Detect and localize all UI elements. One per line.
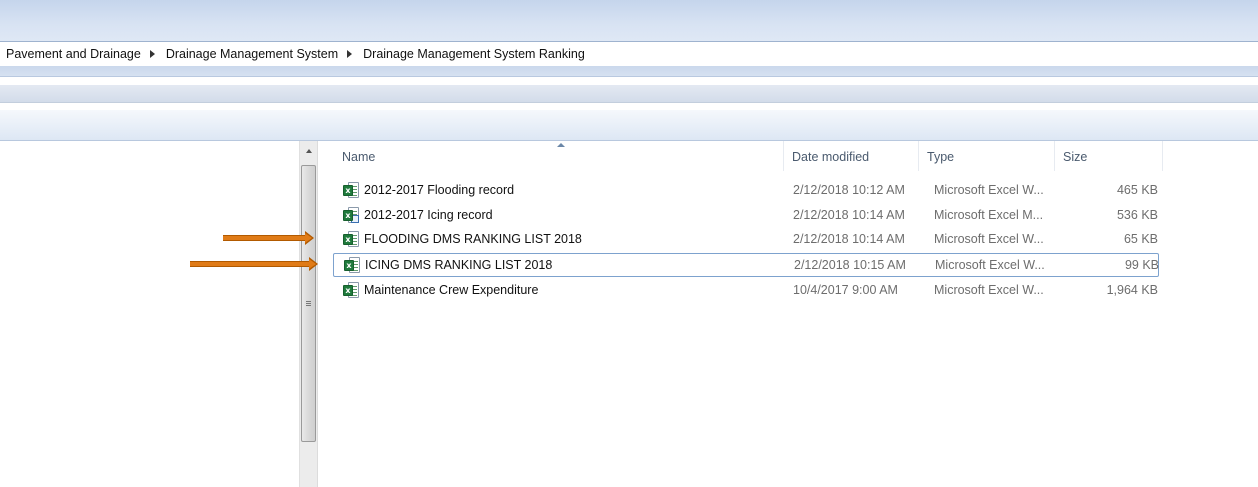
address-bar[interactable]: Pavement and Drainage Drainage Managemen… [0,42,1258,66]
column-header-date-modified[interactable]: Date modified [784,141,919,171]
column-header-name[interactable]: Name [333,141,784,171]
excel-workbook-icon: x [344,257,360,273]
breadcrumb-chevron-icon[interactable] [347,50,353,58]
breadcrumb-item-pavement-and-drainage[interactable]: Pavement and Drainage [6,47,141,61]
file-size: 1,964 KB [1106,283,1158,297]
file-size: 99 KB [1124,258,1159,272]
file-name-cell: x FLOODING DMS RANKING LIST 2018 [343,228,783,250]
breadcrumb-item-drainage-management-system-ranking[interactable]: Drainage Management System Ranking [363,47,585,61]
excel-workbook-icon: x [343,182,359,198]
file-row[interactable]: x 2012-2017 Icing record 2/12/2018 10:14… [333,204,1159,228]
file-name-cell: x 2012-2017 Flooding record [343,179,783,201]
column-header-name-label: Name [342,150,376,164]
scroll-grip-icon [306,301,311,306]
scroll-up-button[interactable] [300,143,318,159]
breadcrumb-item-drainage-management-system[interactable]: Drainage Management System [166,47,338,61]
file-row[interactable]: x FLOODING DMS RANKING LIST 2018 2/12/20… [333,228,1159,252]
file-row[interactable]: x Maintenance Crew Expenditure 10/4/2017… [333,279,1159,303]
excel-workbook-icon: x [343,282,359,298]
file-name-cell: x ICING DMS RANKING LIST 2018 [344,254,784,276]
column-header-size[interactable]: Size [1055,141,1163,171]
window-title-bar [0,0,1258,42]
file-name: FLOODING DMS RANKING LIST 2018 [364,232,582,246]
scroll-up-arrow-icon [306,149,312,153]
file-type: Microsoft Excel W... [934,183,1044,197]
file-type: Microsoft Excel W... [934,283,1044,297]
file-type: Microsoft Excel M... [934,208,1044,222]
navigation-pane [0,141,299,487]
file-type: Microsoft Excel W... [935,258,1045,272]
column-header-type[interactable]: Type [919,141,1055,171]
file-date-modified: 10/4/2017 9:00 AM [793,283,898,297]
annotation-arrow-flooding [223,231,314,245]
file-list-pane: Name Date modified Type Size x 2012-2017… [319,141,1258,487]
file-name: Maintenance Crew Expenditure [364,283,539,297]
excel-macro-workbook-icon: x [343,207,359,223]
file-size: 536 KB [1116,208,1158,222]
scroll-thumb[interactable] [301,165,316,442]
command-bar [0,110,1258,141]
file-row[interactable]: x 2012-2017 Flooding record 2/12/2018 10… [333,179,1159,203]
file-row-selected[interactable]: x ICING DMS RANKING LIST 2018 2/12/2018 … [333,253,1159,277]
search-strip [0,66,1258,77]
file-date-modified: 2/12/2018 10:12 AM [793,183,905,197]
file-name-cell: x 2012-2017 Icing record [343,204,783,226]
file-size: 465 KB [1116,183,1158,197]
column-header-date-label: Date modified [792,150,870,164]
file-name: ICING DMS RANKING LIST 2018 [365,258,553,272]
file-date-modified: 2/12/2018 10:14 AM [793,208,905,222]
file-type: Microsoft Excel W... [934,232,1044,246]
sort-ascending-icon [557,143,565,147]
excel-workbook-icon: x [343,231,359,247]
breadcrumb-chevron-icon[interactable] [149,50,155,58]
file-name: 2012-2017 Flooding record [364,183,515,197]
file-date-modified: 2/12/2018 10:15 AM [794,258,906,272]
column-header-row: Name Date modified Type Size [319,141,1258,171]
file-name: 2012-2017 Icing record [364,208,493,222]
file-name-cell: x Maintenance Crew Expenditure [343,279,783,301]
column-header-size-label: Size [1063,150,1088,164]
annotation-arrow-icing [190,257,318,271]
navigation-scrollbar[interactable] [299,141,318,487]
file-size: 65 KB [1123,232,1158,246]
file-date-modified: 2/12/2018 10:14 AM [793,232,905,246]
spacer [0,77,1258,85]
toolbar-strip [0,85,1258,103]
column-header-type-label: Type [927,150,955,164]
